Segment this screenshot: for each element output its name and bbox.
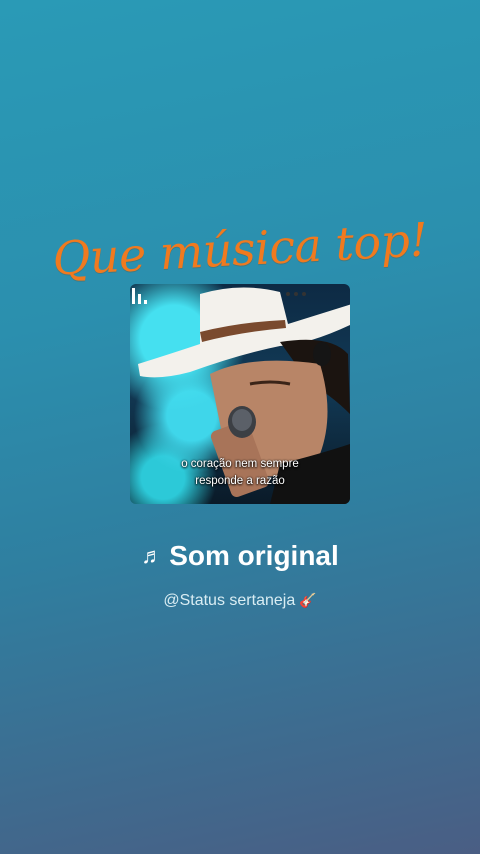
- audio-cover-art[interactable]: o coração nem sempre responde a razão: [130, 284, 350, 504]
- sound-author: @Status sertaneja: [163, 592, 296, 609]
- caption-line-2: responde a razão: [195, 475, 285, 487]
- headline-sticker: Que música top!: [51, 212, 429, 286]
- sound-author-row[interactable]: @Status sertaneja 🎸: [0, 592, 480, 610]
- caption-line-1: o coração nem sempre: [181, 458, 299, 470]
- lyrics-caption: o coração nem sempre responde a razão: [130, 456, 350, 490]
- sound-title-row[interactable]: ♬ Som original: [0, 540, 480, 572]
- sound-title: Som original: [169, 540, 339, 571]
- guitar-icon: 🎸: [299, 592, 317, 608]
- music-note-icon: ♬: [141, 543, 164, 568]
- audio-bars-icon: [132, 288, 147, 304]
